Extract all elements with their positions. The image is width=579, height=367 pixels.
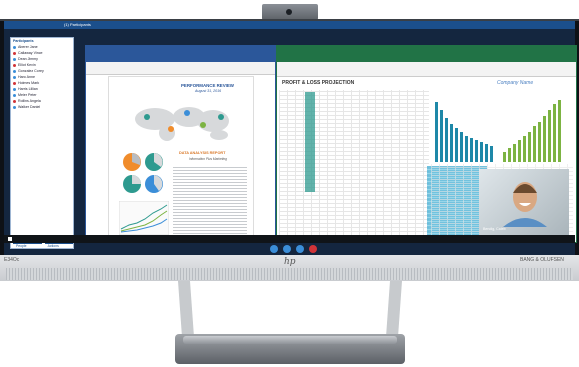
start-icon[interactable] xyxy=(8,237,12,241)
windows-taskbar[interactable] xyxy=(4,235,575,243)
bar-teal xyxy=(470,138,473,162)
speaker-grill xyxy=(6,268,573,280)
model-label: E34Oc xyxy=(4,257,20,263)
bar-teal xyxy=(475,140,478,162)
highlighted-column xyxy=(305,92,315,192)
doc-paragraph-text xyxy=(173,165,247,235)
video-caption: Bendig, Caleb xyxy=(483,227,506,231)
world-map-graphic xyxy=(135,107,229,141)
hp-logo: hp xyxy=(284,257,296,267)
screen: (1) Participants Participants Aberer Jan… xyxy=(4,21,577,255)
bar-teal xyxy=(480,142,483,162)
bar-green xyxy=(533,126,536,162)
hang-up-icon[interactable] xyxy=(309,245,317,253)
presence-dot-icon xyxy=(13,57,16,61)
bar-teal xyxy=(435,102,438,162)
doc-section-title: DATA ANALYSIS REPORT xyxy=(179,151,226,155)
bar-teal xyxy=(460,132,463,162)
bar-green xyxy=(508,148,511,162)
presence-dot-icon xyxy=(13,87,16,91)
bar-green xyxy=(538,122,541,162)
bar-teal xyxy=(465,136,468,162)
word-window[interactable]: PERFORMANCE REVIEW August 31, 2016 DATA … xyxy=(85,45,276,243)
bar-green xyxy=(518,140,521,162)
excel-toolbar[interactable] xyxy=(277,62,576,77)
presence-dot-icon xyxy=(13,93,16,97)
sheet-title: PROFIT & LOSS PROJECTION xyxy=(282,80,355,86)
bar-teal xyxy=(440,110,443,162)
microphone-icon[interactable] xyxy=(283,245,291,253)
word-document[interactable]: PERFORMANCE REVIEW August 31, 2016 DATA … xyxy=(108,76,254,242)
bar-green xyxy=(553,104,556,162)
word-toolbar[interactable] xyxy=(86,62,275,75)
participants-list: Aberer Jane Callaway Vince Dean Jimmy Ellio… xyxy=(11,44,73,110)
bar-teal xyxy=(490,146,493,162)
line-chart-graphic xyxy=(119,201,169,235)
bar-green xyxy=(548,110,551,162)
presence-dot-icon xyxy=(13,81,16,85)
presence-dot-icon xyxy=(13,105,16,109)
meeting-titlebar[interactable]: (1) Participants xyxy=(4,21,575,29)
spreadsheet-grid[interactable] xyxy=(279,90,429,240)
video-toggle-icon[interactable] xyxy=(270,245,278,253)
pie-charts-graphic xyxy=(123,153,163,193)
share-screen-icon[interactable] xyxy=(296,245,304,253)
monitor-stand-top xyxy=(183,336,397,344)
bar-green xyxy=(523,136,526,162)
excel-ribbon[interactable] xyxy=(277,46,576,62)
participant-name: Walker Daniel xyxy=(18,105,41,109)
bar-chart-graphic xyxy=(435,100,561,162)
bar-green xyxy=(513,144,516,162)
bar-green xyxy=(543,116,546,162)
doc-section-subtitle: Information Plus Marketing xyxy=(189,157,227,161)
participants-panel: Participants Aberer Jane Callaway Vince De… xyxy=(10,37,74,249)
bar-teal xyxy=(455,128,458,162)
doc-heading: PERFORMANCE REVIEW xyxy=(181,83,234,88)
bar-teal xyxy=(450,124,453,162)
monitor-stand-base xyxy=(175,334,405,364)
monitor-chin: E34Oc hp BANG & OLUFSEN xyxy=(0,255,579,281)
presence-dot-icon xyxy=(13,99,16,103)
window-title: (1) Participants xyxy=(64,22,91,27)
brand-label: BANG & OLUFSEN xyxy=(520,257,564,263)
bar-green xyxy=(558,100,561,162)
webcam-lens xyxy=(286,9,292,15)
sheet-company: Company Name xyxy=(497,80,534,86)
word-ribbon[interactable] xyxy=(86,46,275,62)
call-controls xyxy=(4,243,575,255)
presence-dot-icon xyxy=(13,51,16,55)
presence-dot-icon xyxy=(13,75,16,79)
participant-item[interactable]: Walker Daniel xyxy=(11,104,73,110)
bar-teal xyxy=(485,144,488,162)
doc-subheading: August 31, 2016 xyxy=(195,89,222,93)
bar-teal xyxy=(445,118,448,162)
participant-video[interactable]: Bendig, Caleb xyxy=(479,169,569,235)
presence-dot-icon xyxy=(13,69,16,73)
bar-green xyxy=(528,132,531,162)
presence-dot-icon xyxy=(13,63,16,67)
bar-green xyxy=(503,152,506,162)
participant-face xyxy=(503,182,547,227)
presence-dot-icon xyxy=(13,45,16,49)
webcam xyxy=(262,4,318,20)
